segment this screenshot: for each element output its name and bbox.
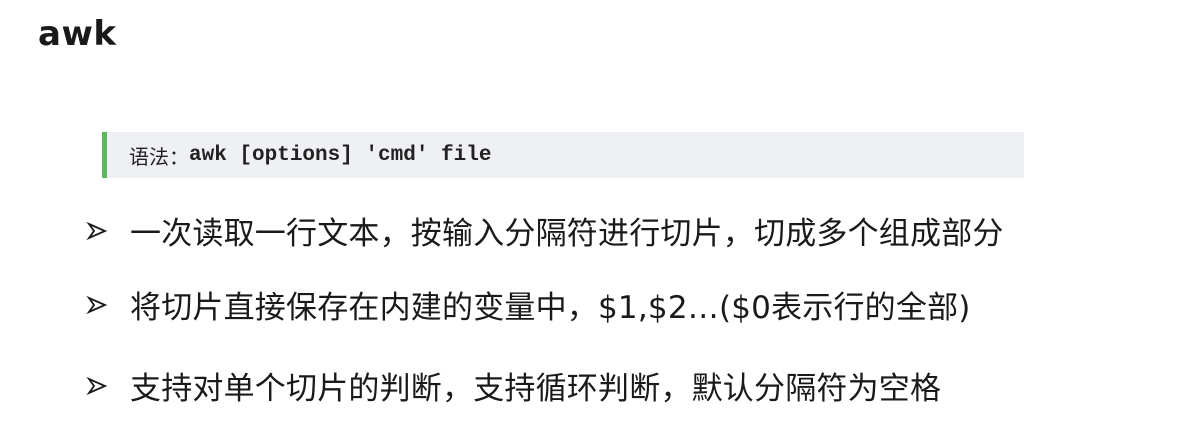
syntax-code-block: 语法： awk [options] 'cmd' file — [102, 132, 1024, 178]
bullet-text: 一次读取一行文本，按输入分隔符进行切片，切成多个组成部分 — [130, 216, 1004, 252]
arrow-bullet-icon — [86, 376, 108, 395]
list-item: 支持对单个切片的判断，支持循环判断，默认分隔符为空格 — [86, 363, 941, 408]
syntax-label: 语法： — [129, 144, 189, 169]
page-title: awk — [38, 14, 117, 54]
list-item: 一次读取一行文本，按输入分隔符进行切片，切成多个组成部分 — [86, 208, 1004, 253]
arrow-bullet-icon — [86, 221, 108, 240]
syntax-command: awk [options] 'cmd' file — [189, 143, 492, 167]
bullet-text: 将切片直接保存在内建的变量中，$1,$2…($0表示行的全部) — [130, 290, 971, 326]
bullet-text: 支持对单个切片的判断，支持循环判断，默认分隔符为空格 — [130, 371, 942, 407]
list-item: 将切片直接保存在内建的变量中，$1,$2…($0表示行的全部) — [86, 282, 971, 327]
arrow-bullet-icon — [86, 295, 108, 314]
